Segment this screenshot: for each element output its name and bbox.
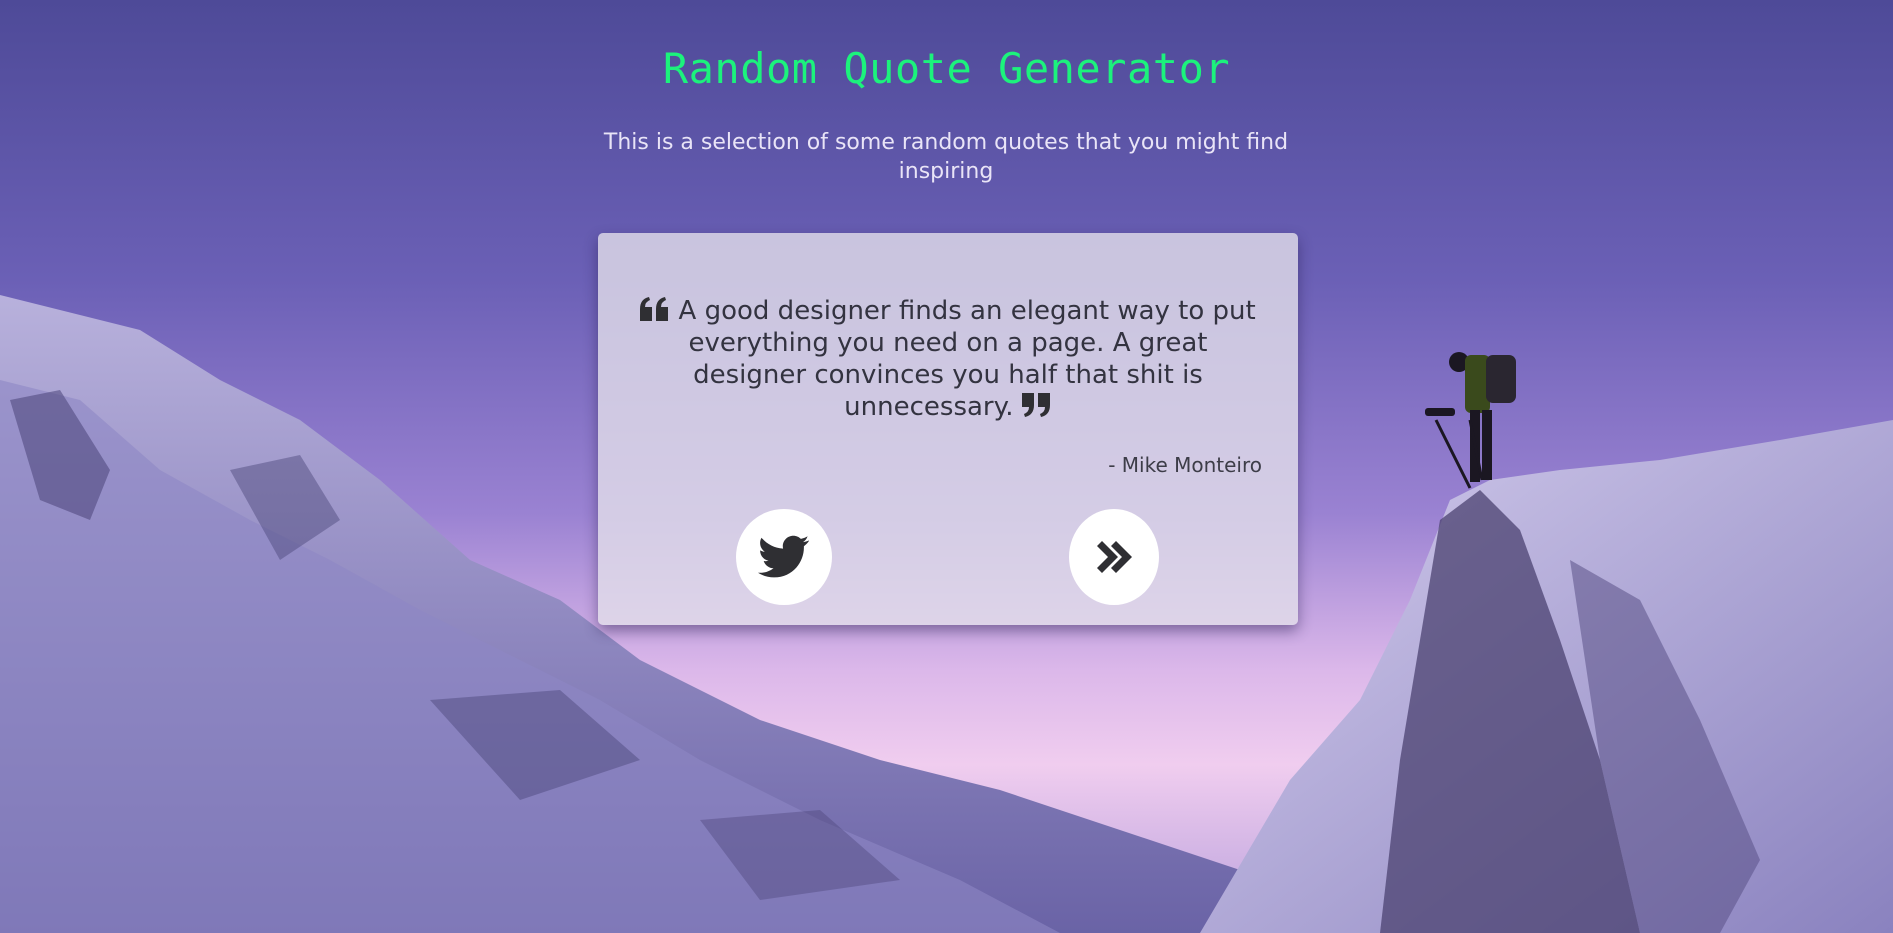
page-title: Random Quote Generator (662, 44, 1231, 93)
page-subtitle: This is a selection of some random quote… (603, 130, 1289, 184)
quote-text: A good designer finds an elegant way to … (678, 296, 1256, 422)
quote-author: - Mike Monteiro (1108, 453, 1262, 477)
quote-left-icon (640, 296, 670, 322)
tweet-button[interactable] (736, 509, 832, 605)
quote-block: A good designer finds an elegant way to … (636, 295, 1260, 423)
twitter-icon (758, 535, 810, 579)
next-quote-button[interactable] (1069, 509, 1159, 605)
quote-right-icon (1021, 392, 1052, 418)
quote-card: A good designer finds an elegant way to … (598, 233, 1298, 625)
double-chevron-right-icon (1094, 541, 1134, 573)
